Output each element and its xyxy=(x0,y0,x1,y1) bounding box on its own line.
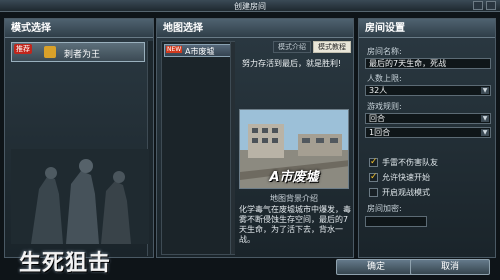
map-item-label: A市废墟 xyxy=(185,47,215,56)
tab-mode-tutorial[interactable]: 模式教程 xyxy=(313,41,351,53)
checkbox-label: 开启观战模式 xyxy=(382,188,430,197)
max-players-select[interactable]: 32人 ▼ xyxy=(365,85,491,96)
map-list: NEW A市废墟 xyxy=(161,41,235,255)
map-selection-panel: 地图选择 NEW A市废墟 模式介绍 模式教程 努力存活到最后，就是胜利! A市… xyxy=(156,18,354,258)
mode-description: 努力存活到最后，就是胜利! xyxy=(242,59,342,68)
recommended-badge: 推荐 xyxy=(14,44,32,54)
chevron-down-icon: ▼ xyxy=(481,115,489,122)
map-list-scrollbar[interactable] xyxy=(230,42,235,254)
confirm-button[interactable]: 确定 xyxy=(336,259,416,275)
mode-item-label: 刺者为王 xyxy=(64,50,101,60)
max-players-value: 32人 xyxy=(369,86,388,95)
map-panel-header: 地图选择 xyxy=(157,19,353,38)
cancel-button[interactable]: 取消 xyxy=(410,259,490,275)
chevron-down-icon: ▼ xyxy=(481,87,489,94)
minimize-button[interactable] xyxy=(473,1,483,10)
map-info-tabs: 模式介绍 模式教程 xyxy=(239,41,351,53)
checkbox-spectator-mode[interactable]: ✓ 开启观战模式 xyxy=(369,187,430,198)
game-logo: 生死狙击 xyxy=(19,250,112,276)
rule-type-select[interactable]: 回合 ▼ xyxy=(365,113,491,124)
map-background-text: 化学毒气在废墟城市中爆发，毒雾不断侵蚀生存空间，最后的7天生命，为了活下去，背水… xyxy=(239,205,351,244)
round-count-select[interactable]: 1回合 ▼ xyxy=(365,127,491,138)
mode-panel-header: 模式选择 xyxy=(5,19,153,38)
chevron-down-icon: ▼ xyxy=(481,129,489,136)
rule-type-value: 回合 xyxy=(369,114,385,123)
mode-item-assassin[interactable]: 推荐 刺者为王 xyxy=(11,42,145,62)
close-button[interactable] xyxy=(486,1,496,10)
map-background-label: 地图背景介绍 xyxy=(270,194,318,203)
map-preview-image: A市废墟 xyxy=(239,109,349,189)
checkmark-icon[interactable]: ✓ xyxy=(369,173,378,182)
map-item-ruins[interactable]: NEW A市废墟 xyxy=(164,44,232,57)
tab-mode-intro[interactable]: 模式介绍 xyxy=(273,41,311,53)
window-title: 创建房间 xyxy=(234,2,266,11)
checkbox-empty-icon[interactable]: ✓ xyxy=(369,188,378,197)
room-name-input[interactable]: 最后的7天生命，死战 xyxy=(365,58,491,69)
settings-panel-header: 房间设置 xyxy=(359,19,495,38)
window-controls xyxy=(473,1,496,10)
max-players-label: 人数上限: xyxy=(367,74,402,83)
checkbox-label: 手雷不伤害队友 xyxy=(382,158,438,167)
trophy-icon xyxy=(44,46,56,58)
checkbox-no-grenade-friendly-fire[interactable]: ✓ 手雷不伤害队友 xyxy=(369,157,438,168)
room-password-label: 房间加密: xyxy=(367,204,402,213)
soldiers-artwork xyxy=(11,149,149,244)
new-badge: NEW xyxy=(166,46,183,53)
checkmark-icon[interactable]: ✓ xyxy=(369,158,378,167)
room-name-label: 房间名称: xyxy=(367,47,402,56)
checkbox-label: 允许快速开始 xyxy=(382,173,430,182)
map-preview-title: A市废墟 xyxy=(269,170,319,185)
game-rules-label: 游戏规则: xyxy=(367,102,402,111)
checkbox-allow-quick-start[interactable]: ✓ 允许快速开始 xyxy=(369,172,430,183)
room-settings-panel: 房间设置 房间名称: 最后的7天生命，死战 人数上限: 32人 ▼ 游戏规则: … xyxy=(358,18,496,258)
round-count-value: 1回合 xyxy=(369,128,391,137)
mode-selection-panel: 模式选择 推荐 刺者为王 生死狙击 xyxy=(4,18,154,276)
title-bar: 创建房间 xyxy=(0,0,500,12)
room-password-input[interactable] xyxy=(365,216,427,227)
